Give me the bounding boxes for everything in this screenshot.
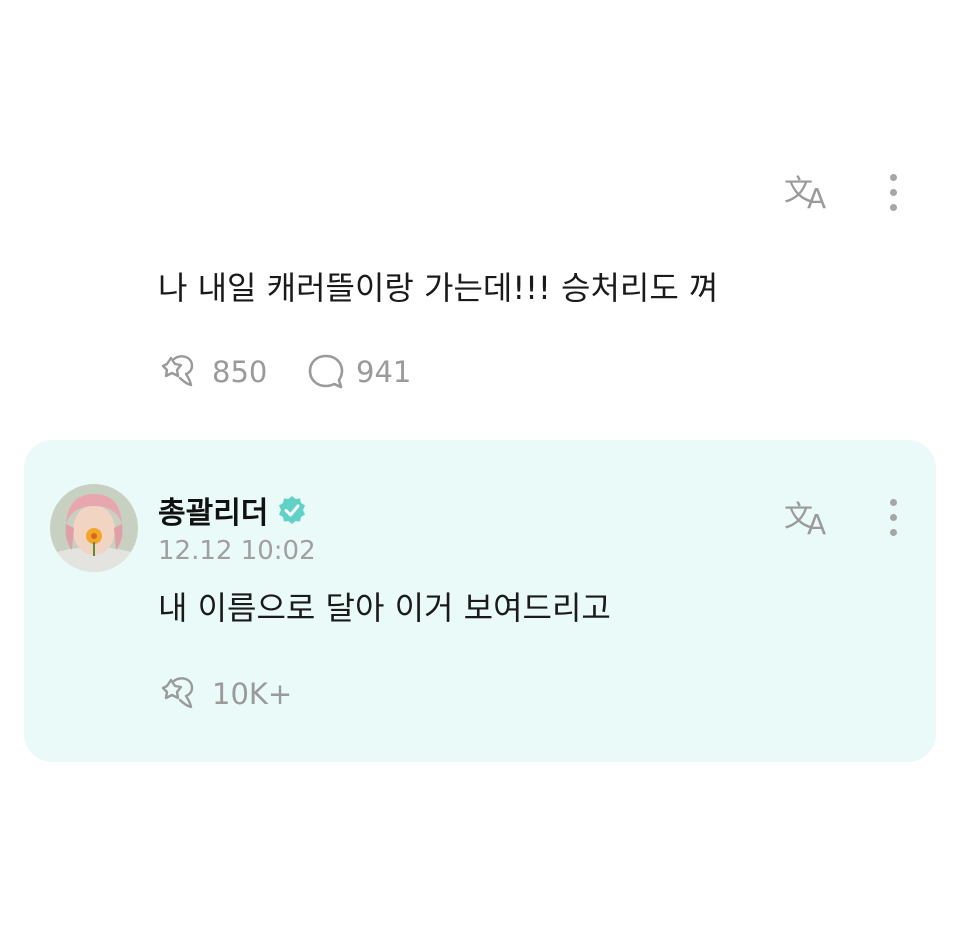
more-dot — [889, 188, 897, 196]
more-vertical-icon — [889, 498, 897, 506]
post-text: 나 내일 캐러뜰이랑 가는데!!! 승처리도 껴 — [158, 269, 719, 307]
more-dot — [889, 203, 897, 211]
svg-text:A: A — [807, 182, 826, 212]
artist-reply-card: 총괄리더 12.12 10:02 文 A 내 이름으로 달아 이거 보여드리고 … — [24, 440, 936, 762]
svg-text:A: A — [807, 508, 826, 538]
more-options-button[interactable] — [878, 167, 908, 217]
reply-timestamp: 12.12 10:02 — [158, 536, 316, 566]
author-name: 총괄리더 — [158, 496, 269, 531]
translate-icon: 文 A — [784, 173, 826, 212]
more-options-button[interactable] — [878, 492, 908, 542]
reply-text: 내 이름으로 달아 이거 보여드리고 — [158, 589, 611, 627]
like-sparkle-icon — [161, 677, 194, 709]
author-row[interactable]: 총괄리더 — [158, 488, 308, 532]
more-dot — [889, 528, 897, 536]
more-dot — [889, 513, 897, 521]
avatar[interactable] — [50, 484, 138, 572]
more-vertical-icon — [889, 173, 897, 181]
like-sparkle-icon — [161, 355, 194, 387]
comment-count: 941 — [356, 355, 412, 389]
translate-button[interactable]: 文 A — [780, 492, 840, 542]
like-count: 10K+ — [212, 677, 293, 711]
verified-badge-icon — [279, 496, 306, 524]
comment-bubble-icon — [308, 354, 344, 389]
translate-icon: 文 A — [784, 499, 826, 538]
like-button[interactable]: 10K+ — [158, 674, 292, 714]
avatar-image — [50, 484, 138, 572]
translate-button[interactable]: 文 A — [780, 166, 840, 216]
like-count: 850 — [212, 355, 268, 389]
comment-button[interactable]: 941 — [306, 352, 411, 392]
like-button[interactable]: 850 — [158, 352, 267, 392]
